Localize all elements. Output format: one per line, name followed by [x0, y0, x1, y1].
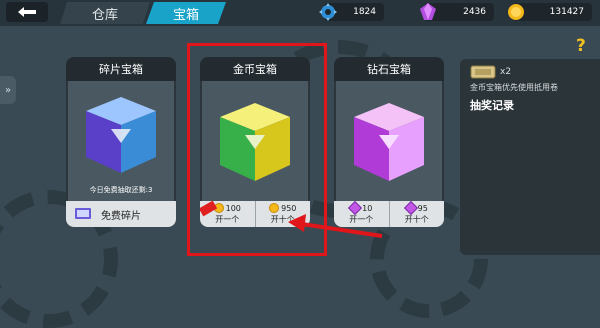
voucher-row: x2 [470, 65, 511, 79]
voucher-note: 金币宝箱优先使用抵用卷 [470, 83, 558, 92]
help-icon[interactable]: ? [576, 36, 586, 56]
draw-record-title[interactable]: 抽奖记录 [470, 97, 514, 113]
voucher-ticket-icon [470, 65, 496, 79]
info-panel: x2 金币宝箱优先使用抵用卷 抽奖记录 [460, 59, 600, 255]
voucher-count: x2 [500, 67, 512, 77]
